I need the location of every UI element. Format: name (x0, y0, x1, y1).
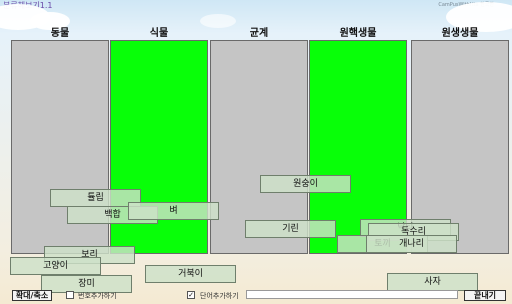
card-cat[interactable]: 고양이 (10, 257, 101, 275)
add-number-label: 번호추가하기 (78, 292, 117, 300)
card-rice[interactable]: 벼 (128, 202, 219, 220)
title-bar (0, 0, 512, 12)
header-fungi: 균계 (249, 28, 269, 39)
header-prokaryote: 원핵생물 (339, 28, 377, 39)
zoom-button[interactable]: 확대/축소 (12, 290, 52, 301)
add-word-input[interactable] (246, 290, 458, 299)
card-lion[interactable]: 사자 (387, 273, 478, 291)
close-button[interactable]: 끝내기 (464, 290, 506, 301)
header-plant: 식물 (149, 28, 169, 39)
card-turtle[interactable]: 거북이 (145, 265, 236, 283)
card-monkey[interactable]: 원숭이 (260, 175, 351, 193)
header-animal: 동물 (50, 28, 70, 39)
add-word-label: 단어추가하기 (200, 292, 239, 300)
add-word-checkbox[interactable]: ✓ (187, 291, 195, 299)
add-number-checkbox[interactable] (66, 291, 74, 299)
checkmark-icon: ✓ (188, 291, 194, 299)
card-forsythia[interactable]: 개나리 (366, 235, 457, 253)
header-protist: 원생생물 (441, 28, 479, 39)
card-giraffe[interactable]: 기린 (245, 220, 336, 238)
